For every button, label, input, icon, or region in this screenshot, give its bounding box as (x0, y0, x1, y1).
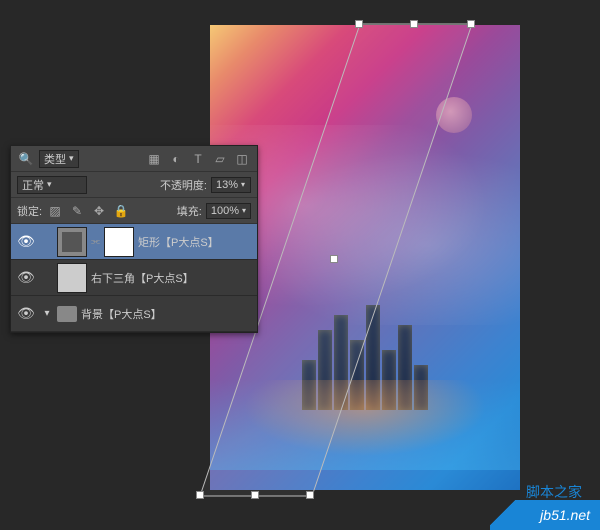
blend-mode-dropdown[interactable]: 正常 (17, 176, 87, 194)
lock-fill-row: 锁定: ▨ ✎ ✥ 🔒 填充: 100% (11, 198, 257, 224)
image-filter-icon[interactable]: ▦ (145, 150, 163, 168)
layer-name[interactable]: 矩形【P大点S】 (138, 234, 219, 250)
layer-row[interactable]: 👁 ▾ 背景【P大点S】 (11, 296, 257, 332)
type-filter-icon[interactable]: T (189, 150, 207, 168)
transform-handle[interactable] (251, 491, 259, 499)
filter-type-dropdown[interactable]: 类型 (39, 150, 79, 168)
transform-handle[interactable] (196, 491, 204, 499)
transform-handle[interactable] (467, 20, 475, 28)
layer-row[interactable]: 👁 ⫘ 矩形【P大点S】 (11, 224, 257, 260)
transform-handle[interactable] (355, 20, 363, 28)
fill-label: 填充: (177, 203, 202, 219)
filter-row: 🔍 类型 ▦ ◐ T ▱ ◫ (11, 146, 257, 172)
blend-opacity-row: 正常 不透明度: 13% (11, 172, 257, 198)
visibility-toggle[interactable]: 👁 (15, 305, 37, 322)
light-trails (210, 380, 520, 470)
opacity-label: 不透明度: (160, 177, 207, 193)
layer-row[interactable]: 👁 右下三角【P大点S】 (11, 260, 257, 296)
transform-handle[interactable] (410, 20, 418, 28)
folder-icon (57, 306, 77, 322)
layer-name[interactable]: 右下三角【P大点S】 (91, 270, 194, 286)
shape-filter-icon[interactable]: ▱ (211, 150, 229, 168)
transform-handle[interactable] (306, 491, 314, 499)
lock-transparency-icon[interactable]: ▨ (46, 202, 64, 220)
transform-center-handle[interactable] (330, 255, 338, 263)
watermark-text: jb51.net (540, 507, 590, 523)
layer-thumbnail[interactable] (57, 263, 87, 293)
opacity-input[interactable]: 13% (211, 177, 251, 193)
layers-panel: 🔍 类型 ▦ ◐ T ▱ ◫ 正常 不透明度: 13% 锁定: ▨ ✎ ✥ 🔒 … (10, 145, 258, 333)
visibility-toggle[interactable]: 👁 (15, 269, 37, 286)
layer-thumbnail[interactable] (57, 227, 87, 257)
layers-list: 👁 ⫘ 矩形【P大点S】 👁 右下三角【P大点S】 👁 ▾ 背景【P大点S】 (11, 224, 257, 332)
search-icon[interactable]: 🔍 (17, 150, 35, 168)
smart-filter-icon[interactable]: ◫ (233, 150, 251, 168)
layer-name[interactable]: 背景【P大点S】 (81, 306, 162, 322)
lock-all-icon[interactable]: 🔒 (112, 202, 130, 220)
lock-label: 锁定: (17, 203, 42, 219)
fill-input[interactable]: 100% (206, 203, 251, 219)
adjustment-filter-icon[interactable]: ◐ (167, 150, 185, 168)
mask-link-icon[interactable]: ⫘ (91, 236, 100, 247)
watermark-badge: jb51.net (490, 500, 600, 530)
folder-disclosure-icon[interactable]: ▾ (41, 308, 53, 319)
mask-thumbnail[interactable] (104, 227, 134, 257)
visibility-toggle[interactable]: 👁 (15, 233, 37, 250)
lock-pixels-icon[interactable]: ✎ (68, 202, 86, 220)
watermark-top-text: 脚本之家 (526, 482, 582, 502)
lock-position-icon[interactable]: ✥ (90, 202, 108, 220)
